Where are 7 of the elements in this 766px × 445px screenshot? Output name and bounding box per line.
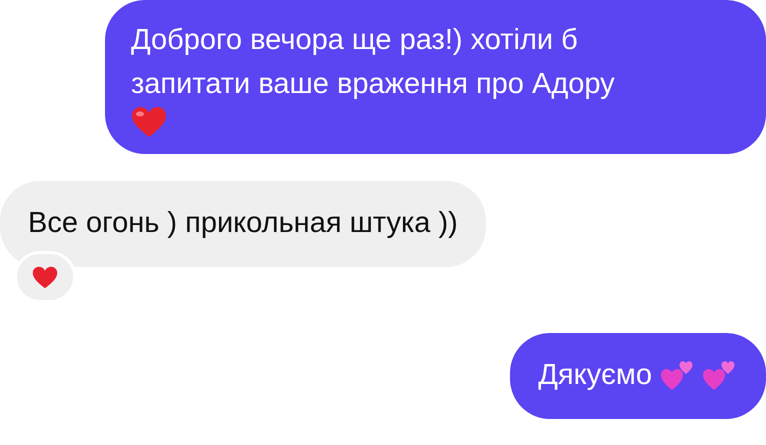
message-text: Доброго вечора ще раз!) хотіли б запитати ваше враження про Адору (131, 23, 616, 102)
heart-icon (131, 106, 167, 138)
two-hearts-icon (702, 359, 736, 391)
two-hearts-icon (660, 359, 694, 391)
message-text: Все огонь ) прикольная штука )) (28, 206, 458, 241)
message-text: Дякуємо (538, 358, 652, 393)
heart-icon (32, 266, 58, 288)
